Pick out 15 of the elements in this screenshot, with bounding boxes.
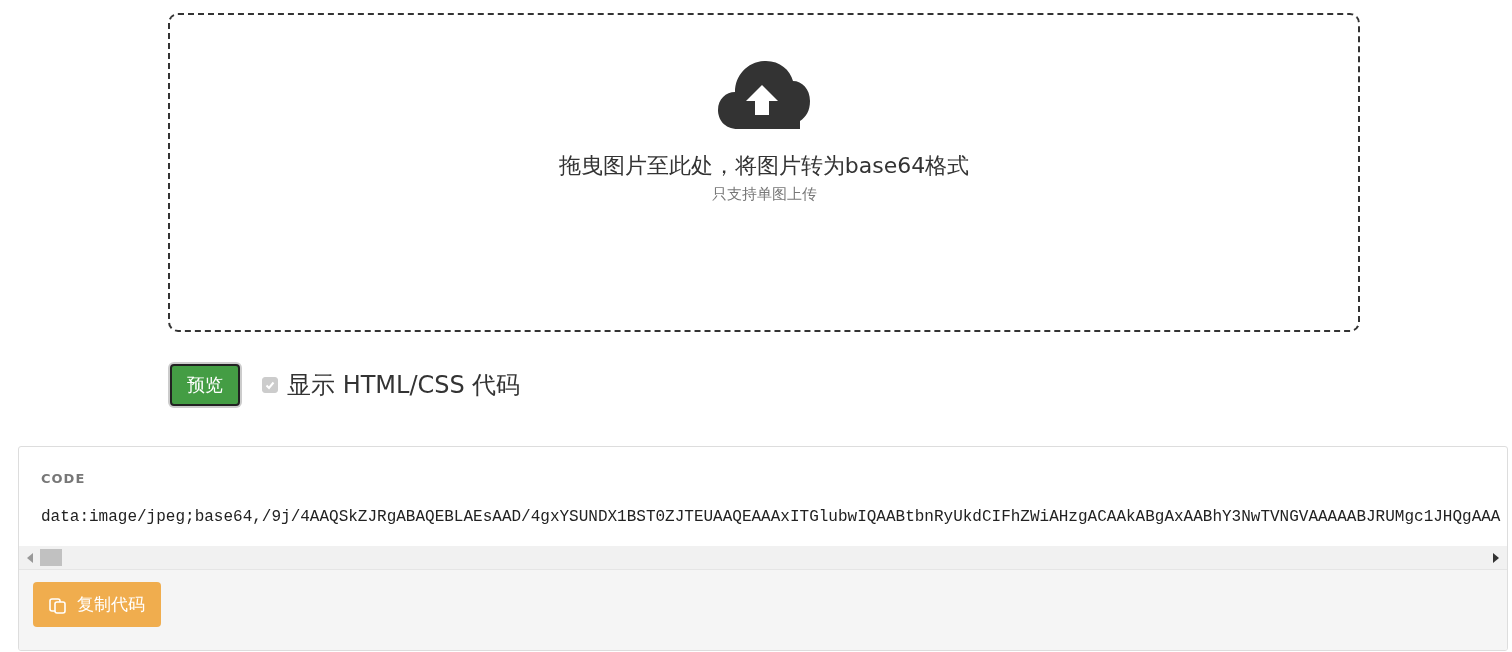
dropzone-subtitle: 只支持单图上传: [711, 185, 817, 204]
scroll-right-icon[interactable]: [1493, 552, 1499, 563]
checkmark-icon: [264, 379, 276, 391]
dropzone[interactable]: 拖曳图片至此处，将图片转为base64格式 只支持单图上传: [168, 13, 1360, 332]
code-text: data:image/jpeg;base64,/9j/4AAQSkZJRgABAQEBLAEsAAD/4gxYSUNDX1BST0ZJTEUAAQEAAAxITGlubwIQAABtbnRyUkdCIFhZWiAHzgACAAkABgAxAABhY3NwTVNGVAAAAABJRUMgc1JHQgAAA: [41, 508, 1502, 526]
cloud-upload-icon: [718, 61, 810, 129]
scroll-left-icon[interactable]: [27, 552, 33, 563]
scrollbar-thumb[interactable]: [40, 549, 62, 566]
copy-icon: [49, 595, 67, 614]
horizontal-scrollbar[interactable]: [19, 546, 1507, 569]
copy-button[interactable]: 复制代码: [33, 582, 161, 627]
code-heading: CODE: [40, 470, 87, 486]
dropzone-title: 拖曳图片至此处，将图片转为base64格式: [558, 152, 970, 180]
checkbox-label: 显示 HTML/CSS 代码: [287, 370, 521, 401]
preview-button[interactable]: 预览: [170, 364, 240, 406]
